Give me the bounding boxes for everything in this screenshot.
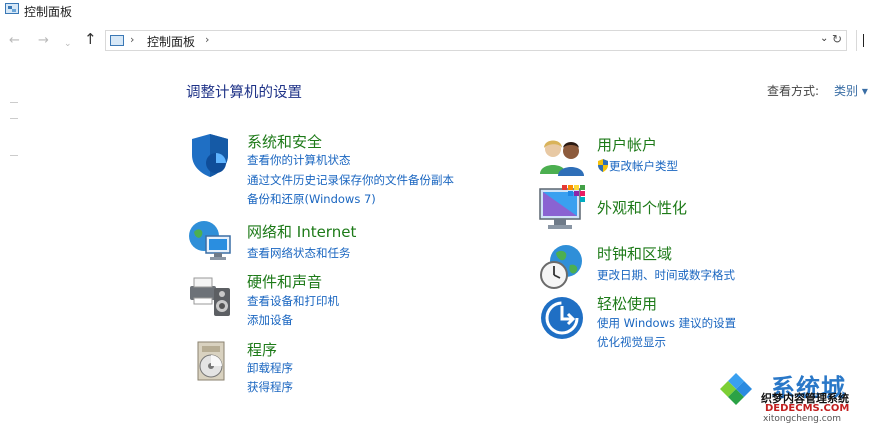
link-devices-printers[interactable]: 查看设备和打印机	[247, 293, 339, 309]
link-view-computer-status[interactable]: 查看你的计算机状态	[247, 152, 351, 168]
search-input[interactable]	[856, 30, 870, 51]
refresh-icon[interactable]: ↻	[828, 32, 846, 51]
breadcrumb-control-panel[interactable]: 控制面板	[147, 33, 195, 50]
divider	[10, 102, 18, 103]
watermark-line2: DEDECMS.COM	[765, 403, 850, 414]
divider	[10, 155, 18, 156]
control-panel-icon	[5, 3, 19, 14]
category-system-security[interactable]: 系统和安全	[247, 131, 322, 152]
divider	[10, 118, 18, 119]
link-view-network-status[interactable]: 查看网络状态和任务	[247, 245, 351, 261]
window-title: 控制面板	[24, 5, 73, 19]
control-panel-icon	[110, 35, 124, 46]
link-windows-recommended-settings[interactable]: 使用 Windows 建议的设置	[597, 315, 736, 331]
breadcrumb-separator-icon[interactable]: ›	[205, 33, 209, 46]
text-caret	[863, 34, 864, 47]
link-backup-restore[interactable]: 备份和还原(Windows 7)	[247, 191, 376, 207]
title-bar: 控制面板	[0, 0, 870, 22]
up-arrow-icon[interactable]: ↑	[84, 31, 97, 47]
category-appearance-personalization[interactable]: 外观和个性化	[597, 197, 687, 218]
category-hardware-sound[interactable]: 硬件和声音	[247, 271, 322, 292]
category-ease-of-access[interactable]: 轻松使用	[597, 293, 657, 314]
link-change-date-time-format[interactable]: 更改日期、时间或数字格式	[597, 267, 735, 283]
appearance-monitor-icon[interactable]	[538, 185, 585, 231]
view-by-value[interactable]: 类别	[834, 84, 858, 98]
page-title: 调整计算机的设置	[186, 85, 302, 101]
link-optimize-visual-display[interactable]: 优化视觉显示	[597, 334, 666, 350]
network-globe-icon[interactable]	[186, 218, 232, 264]
programs-disc-icon[interactable]	[190, 338, 236, 384]
breadcrumb-separator-icon[interactable]: ›	[130, 33, 134, 46]
forward-arrow-icon[interactable]: →	[38, 33, 49, 49]
link-get-programs[interactable]: 获得程序	[247, 379, 293, 395]
category-clock-region[interactable]: 时钟和区域	[597, 243, 672, 264]
link-file-history[interactable]: 通过文件历史记录保存你的文件备份副本	[247, 172, 454, 188]
printer-speaker-icon[interactable]	[188, 272, 234, 318]
back-arrow-icon[interactable]: ←	[9, 33, 20, 49]
category-network-internet[interactable]: 网络和 Internet	[247, 221, 356, 242]
link-add-device[interactable]: 添加设备	[247, 312, 293, 328]
link-change-account-type-label[interactable]: 更改帐户类型	[609, 159, 678, 173]
shield-icon[interactable]	[188, 133, 234, 179]
category-programs[interactable]: 程序	[247, 339, 277, 360]
user-accounts-icon[interactable]	[538, 134, 584, 180]
address-bar[interactable]: › 控制面板 › ⌄	[105, 30, 847, 51]
link-change-account-type[interactable]: 更改帐户类型	[597, 158, 678, 174]
watermark: 系统城 织梦内容管理系统 DEDECMS.COM xitongcheng.com	[713, 368, 870, 424]
recent-locations-chevron-icon[interactable]: ⌄	[64, 36, 72, 52]
navigation-bar: ← → ⌄ ↑ › 控制面板 › ⌄	[0, 28, 870, 56]
ease-of-access-icon[interactable]	[540, 296, 586, 342]
view-by-label: 查看方式:	[767, 84, 820, 98]
link-uninstall-program[interactable]: 卸载程序	[247, 360, 293, 376]
view-by-dropdown[interactable]: 类别 ▾	[834, 82, 868, 99]
category-user-accounts[interactable]: 用户帐户	[597, 134, 657, 155]
uac-shield-icon	[598, 159, 608, 172]
clock-globe-icon[interactable]	[538, 243, 584, 289]
watermark-logo-icon	[719, 372, 753, 406]
